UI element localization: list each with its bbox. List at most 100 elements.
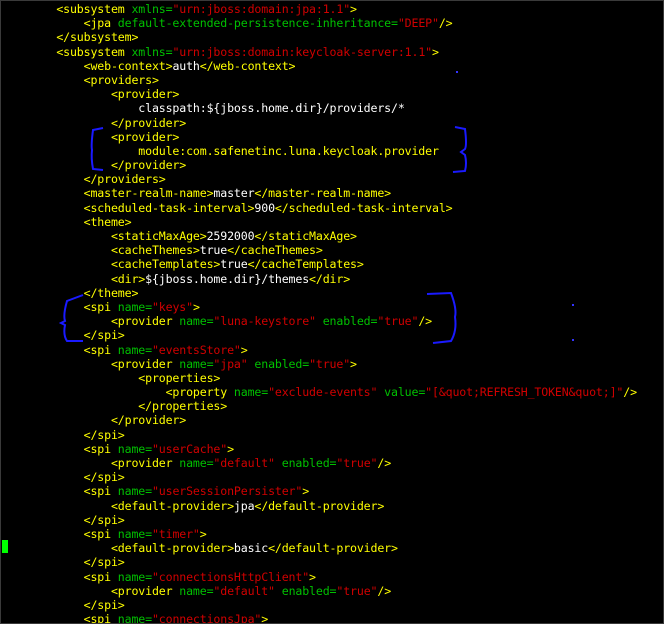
code-token-tag: <jpa: [29, 16, 118, 31]
code-token-tag: />: [623, 385, 637, 400]
code-line[interactable]: <providers>: [1, 73, 637, 87]
code-token-tag: <cacheThemes>: [29, 243, 200, 258]
text-cursor: [2, 540, 8, 553]
code-token-text: basic: [233, 541, 269, 556]
code-token-val: "true": [377, 314, 419, 329]
code-line[interactable]: </spi>: [1, 598, 637, 612]
code-line[interactable]: <staticMaxAge>2592000</staticMaxAge>: [1, 229, 637, 243]
code-line[interactable]: <property name="exclude-events" value="[…: [1, 385, 637, 399]
code-line[interactable]: module:com.safenetinc.luna.keycloak.prov…: [1, 144, 637, 158]
code-line[interactable]: <provider name="jpa" enabled="true">: [1, 357, 637, 371]
code-line[interactable]: <default-provider>basic</default-provide…: [1, 541, 637, 555]
code-token-tag: </provider>: [29, 413, 187, 428]
code-line[interactable]: <properties>: [1, 371, 637, 385]
code-line[interactable]: <spi name="userSessionPersister">: [1, 484, 637, 498]
code-token-attr: name=: [117, 299, 152, 314]
code-line[interactable]: </spi>: [1, 328, 637, 342]
code-line[interactable]: <spi name="keys">: [1, 300, 637, 314]
code-token-tag: >: [261, 612, 269, 624]
code-line[interactable]: </provider>: [1, 116, 637, 130]
code-token-tag: <web-context>: [29, 58, 173, 73]
code-token-tag: />: [377, 456, 392, 470]
terminal-window[interactable]: <subsystem xmlns="urn:jboss:domain:jpa:1…: [0, 0, 664, 624]
code-line[interactable]: <dir>${jboss.home.dir}/themes</dir>: [1, 272, 637, 286]
code-line[interactable]: classpath:${jboss.home.dir}/providers/*: [1, 101, 637, 115]
code-token-val: "urn:jboss:domain:jpa:1.1": [172, 2, 351, 16]
code-token-val: "connectionsHttpClient": [151, 569, 310, 584]
code-token-val: "default": [213, 583, 275, 598]
code-token-tag: <master-realm-name>: [29, 186, 214, 201]
code-token-tag: >: [302, 484, 310, 499]
code-line[interactable]: </provider>: [1, 158, 637, 172]
code-token-tag: <spi: [29, 526, 118, 541]
code-line[interactable]: <spi name="userCache">: [1, 442, 637, 456]
code-line[interactable]: </provider>: [1, 413, 637, 427]
code-line[interactable]: <provider name="default" enabled="true"/…: [1, 584, 637, 598]
code-line[interactable]: </spi>: [1, 470, 637, 484]
code-line[interactable]: <subsystem xmlns="urn:jboss:domain:keycl…: [1, 45, 637, 59]
code-line[interactable]: </spi>: [1, 513, 637, 527]
code-token-val: "luna-keystore": [213, 314, 316, 329]
code-token-attr: name=: [179, 356, 214, 371]
code-line[interactable]: </providers>: [1, 172, 637, 186]
code-token-text: true: [220, 257, 248, 272]
code-token-tag: <providers>: [29, 72, 159, 87]
code-line[interactable]: </spi>: [1, 428, 637, 442]
code-line[interactable]: <scheduled-task-interval>900</scheduled-…: [1, 201, 637, 215]
code-token-tag: <provider: [29, 356, 180, 371]
code-line[interactable]: <jpa default-extended-persistence-inheri…: [1, 16, 637, 30]
code-token-tag: <spi: [29, 342, 118, 357]
code-token-tag: </spi>: [29, 597, 125, 612]
code-token-tag: <provider>: [29, 87, 180, 102]
code-token-val: "keys": [151, 299, 193, 314]
code-token-tag: </cacheTemplates>: [247, 257, 364, 272]
code-line[interactable]: <theme>: [1, 215, 637, 229]
code-token-attr: name=: [117, 526, 152, 541]
code-token-tag: </spi>: [29, 555, 125, 570]
code-line[interactable]: <spi name="connectionsHttpClient">: [1, 570, 637, 584]
code-token-tag: </web-context>: [199, 58, 296, 73]
code-token-tag: >: [309, 569, 316, 584]
code-line[interactable]: <subsystem xmlns="urn:jboss:domain:jpa:1…: [1, 2, 637, 16]
xml-editor-content[interactable]: <subsystem xmlns="urn:jboss:domain:jpa:1…: [1, 1, 637, 624]
code-token-val: "true": [336, 583, 378, 598]
code-token-tag: <provider: [29, 314, 180, 329]
code-line[interactable]: </subsystem>: [1, 30, 637, 44]
annotation-dot: [456, 71, 458, 73]
code-line[interactable]: <spi name="eventsStore">: [1, 343, 637, 357]
code-token-val: "DEEP": [397, 16, 439, 31]
code-token-tag: <theme>: [29, 214, 132, 229]
code-token-tag: <staticMaxAge>: [29, 229, 207, 243]
code-line[interactable]: <provider name="luna-keystore" enabled="…: [1, 314, 637, 328]
code-line[interactable]: <default-provider>jpa</default-provider>: [1, 499, 637, 513]
code-token-tag: <property: [29, 385, 234, 400]
code-line[interactable]: <web-context>auth</web-context>: [1, 59, 637, 73]
code-line[interactable]: <cacheTemplates>true</cacheTemplates>: [1, 257, 637, 271]
code-token-attr: name=: [179, 314, 214, 329]
code-line[interactable]: <cacheThemes>true</cacheThemes>: [1, 243, 637, 257]
code-line[interactable]: <provider name="default" enabled="true"/…: [1, 456, 637, 470]
code-token-val: "exclude-events": [268, 385, 378, 400]
code-token-tag: />: [438, 16, 453, 31]
code-token-attr: enabled=: [274, 456, 337, 470]
code-line[interactable]: <spi name="timer">: [1, 527, 637, 541]
code-token-tag: <properties>: [29, 370, 221, 385]
code-token-val: "jpa": [213, 356, 248, 371]
code-token-tag: </theme>: [29, 285, 139, 300]
code-line[interactable]: <spi name="connectionsJpa">: [1, 612, 637, 624]
code-token-text: jpa: [233, 498, 255, 513]
code-token-tag: </spi>: [29, 470, 125, 485]
code-line[interactable]: <provider>: [1, 130, 637, 144]
code-line[interactable]: <provider>: [1, 87, 637, 101]
code-token-text: ${jboss.home.dir}/themes: [145, 271, 310, 286]
code-token-text: 900: [254, 200, 275, 215]
annotation-dot: [572, 304, 574, 306]
code-token-val: "default": [213, 456, 275, 470]
code-token-tag: </properties>: [29, 399, 228, 414]
code-line[interactable]: </spi>: [1, 555, 637, 569]
code-token-tag: module:com.safenetinc.luna.keycloak.prov…: [29, 143, 439, 158]
code-line[interactable]: </properties>: [1, 399, 637, 413]
code-line[interactable]: <master-realm-name>master</master-realm-…: [1, 186, 637, 200]
code-token-attr: name=: [179, 456, 214, 470]
code-line[interactable]: </theme>: [1, 286, 637, 300]
